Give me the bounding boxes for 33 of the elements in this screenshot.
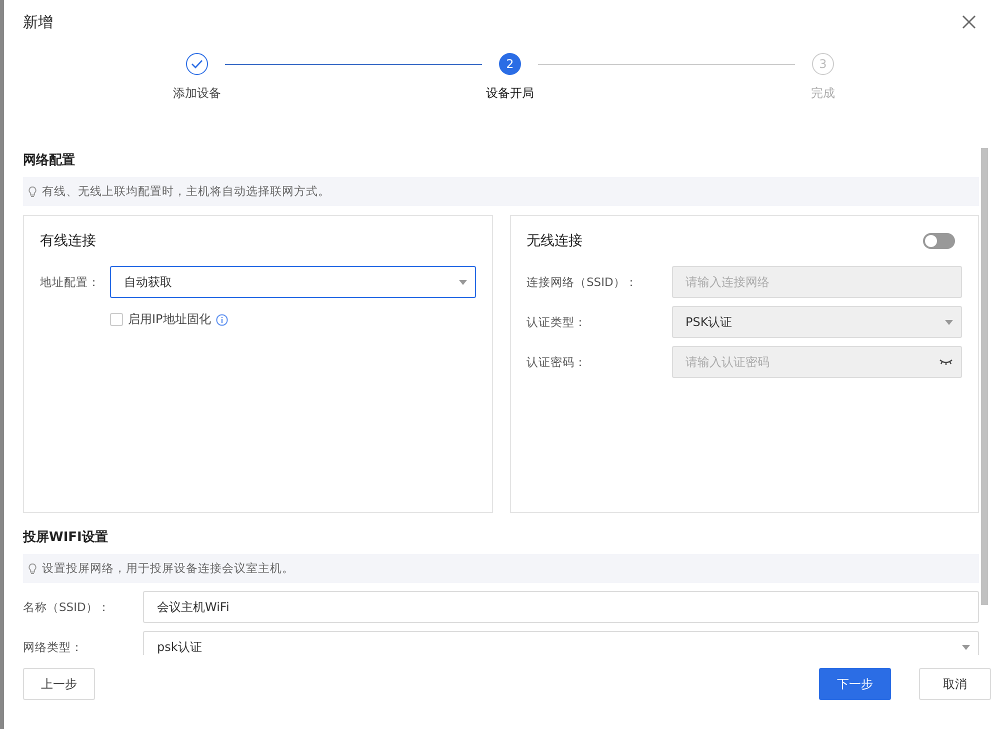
select-field[interactable]: PSK认证	[672, 306, 962, 338]
lightbulb-icon	[28, 562, 37, 574]
field-label: 地址配置：	[40, 274, 101, 290]
toggle-switch[interactable]	[923, 233, 955, 249]
card-title: 有线连接	[40, 232, 97, 250]
step-label: 添加设备	[173, 85, 221, 102]
scrollbar[interactable]	[981, 148, 988, 605]
cancel-button[interactable]: 取消	[919, 668, 991, 700]
info-icon	[216, 314, 228, 326]
field-label: 认证密码：	[526, 354, 588, 370]
field-label: 网络类型：	[23, 640, 84, 654]
closed-eye-icon[interactable]	[939, 359, 953, 365]
checkbox-label: 启用IP地址固化	[128, 311, 211, 328]
checkbox[interactable]	[110, 313, 123, 326]
field-label: 连接网络（SSID）：	[526, 274, 638, 290]
section-title: 网络配置	[23, 152, 76, 169]
field-label: 认证类型：	[526, 314, 588, 330]
close-icon[interactable]	[962, 15, 976, 29]
select-field[interactable]: 自动获取	[110, 266, 476, 298]
step-number: 3	[812, 53, 834, 75]
dialog-title: 新增	[23, 12, 53, 32]
card-title: 无线连接	[526, 232, 582, 250]
previous-button[interactable]: 上一步	[23, 668, 95, 700]
input-field[interactable]: 会议主机WiFi	[143, 591, 979, 623]
tip-text: 设置投屏网络，用于投屏设备连接会议室主机。	[42, 561, 294, 576]
step-label: 设备开局	[486, 85, 534, 102]
field-label: 名称（SSID）：	[23, 600, 111, 614]
select-field[interactable]: psk认证	[143, 631, 979, 655]
step-label: 完成	[811, 85, 835, 102]
next-button[interactable]: 下一步	[819, 668, 891, 700]
step-number: 2	[499, 53, 521, 75]
tip-text: 有线、无线上联均配置时，主机将自动选择联网方式。	[42, 184, 330, 199]
lightbulb-icon	[28, 186, 37, 198]
